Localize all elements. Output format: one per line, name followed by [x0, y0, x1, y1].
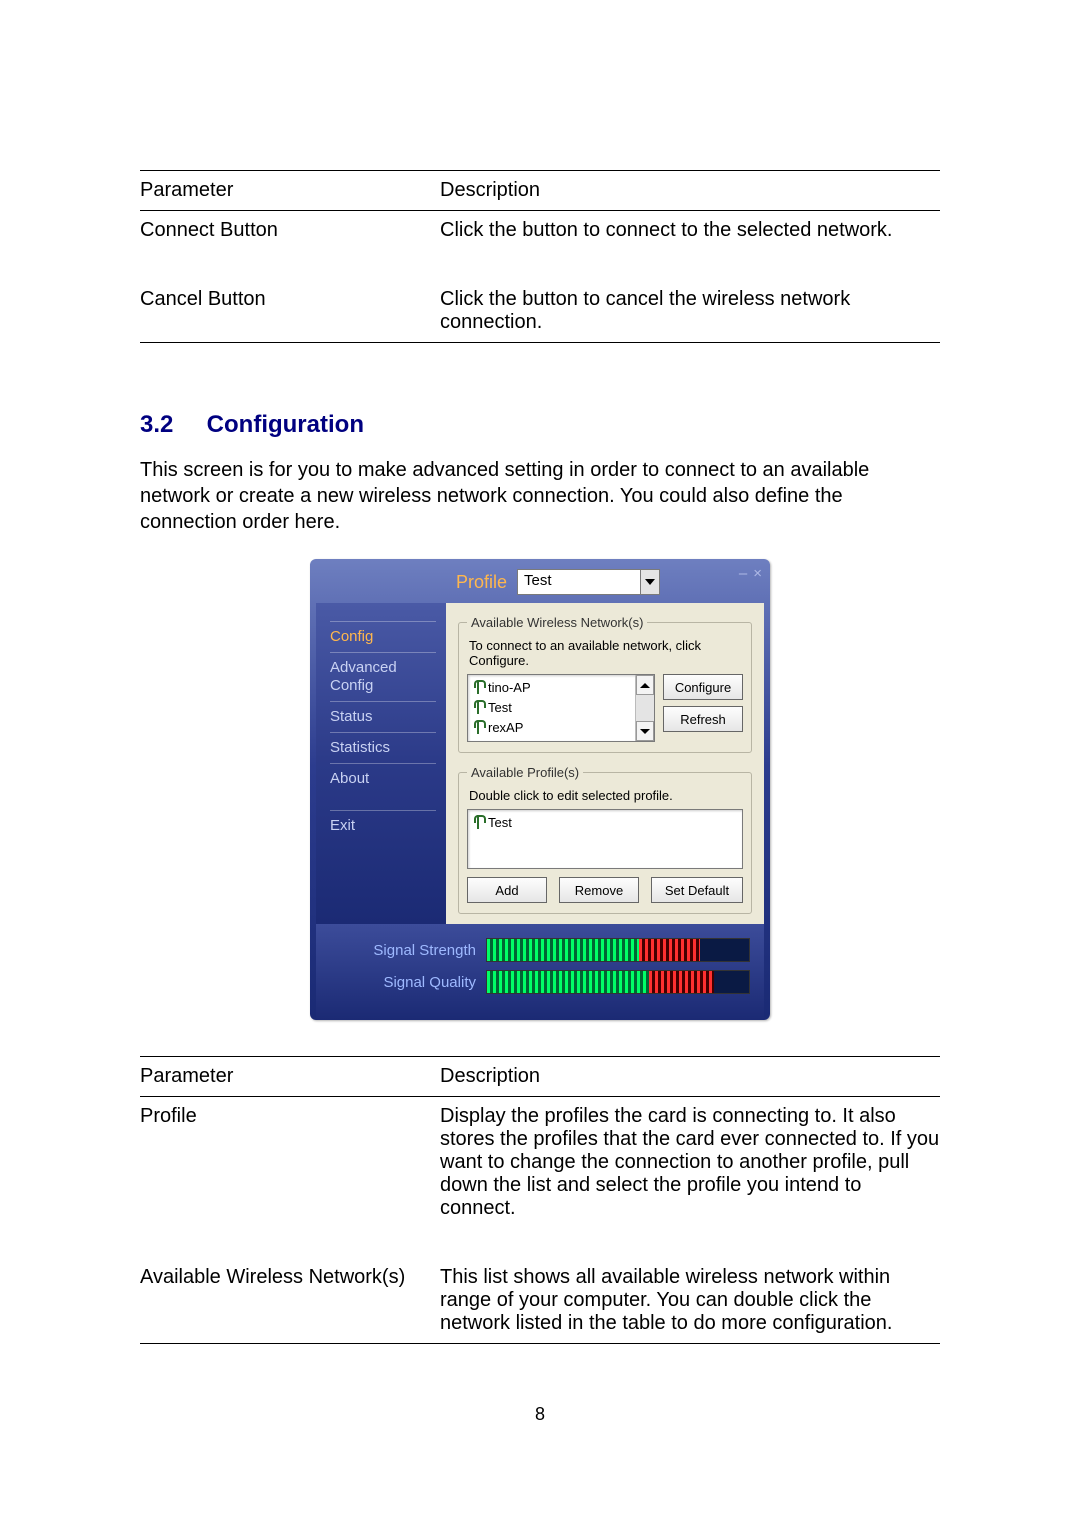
configure-button[interactable]: Configure — [663, 674, 743, 700]
available-networks-group: Available Wireless Network(s) To connect… — [458, 615, 752, 753]
table2-row1-param: Available Wireless Network(s) — [140, 1258, 440, 1344]
networks-hint: To connect to an available network, clic… — [467, 636, 743, 674]
table1-row0-desc: Click the button to connect to the selec… — [440, 211, 940, 251]
sidebar: Config Advanced Config Status Statistics… — [316, 603, 446, 924]
signal-area: Signal Strength Signal Quality — [316, 924, 764, 1020]
signal-strength-label: Signal Strength — [330, 942, 476, 959]
sidebar-item-advanced-config[interactable]: Advanced Config — [330, 652, 436, 701]
sidebar-item-about[interactable]: About — [330, 763, 436, 794]
profiles-hint: Double click to edit selected profile. — [467, 786, 743, 809]
profiles-legend: Available Profile(s) — [467, 765, 583, 780]
list-item: tino-AP — [472, 677, 631, 697]
list-item: Test — [472, 812, 738, 832]
table2-head-param: Parameter — [140, 1057, 440, 1097]
signal-quality-bar — [486, 970, 750, 994]
scrollbar[interactable] — [635, 675, 654, 741]
section-intro: This screen is for you to make advanced … — [140, 457, 940, 535]
add-button[interactable]: Add — [467, 877, 547, 903]
param-table-1: Parameter Description Connect Button Cli… — [140, 170, 940, 343]
sidebar-item-statistics[interactable]: Statistics — [330, 732, 436, 763]
profile-dropdown[interactable]: Test — [517, 569, 660, 595]
signal-quality-label: Signal Quality — [330, 974, 476, 991]
set-default-button[interactable]: Set Default — [651, 877, 743, 903]
table1-head-desc: Description — [440, 171, 940, 211]
sidebar-item-config[interactable]: Config — [330, 621, 436, 652]
table1-row1-desc: Click the button to cancel the wireless … — [440, 280, 940, 343]
table1-row1-param: Cancel Button — [140, 280, 440, 343]
table2-head-desc: Description — [440, 1057, 940, 1097]
chevron-down-icon[interactable] — [640, 570, 659, 594]
section-heading: 3.2 Configuration — [140, 411, 940, 439]
sidebar-item-status[interactable]: Status — [330, 701, 436, 732]
networks-listbox[interactable]: tino-AP Test rexAP — [467, 674, 655, 742]
page-number: 8 — [140, 1404, 940, 1425]
table1-head-param: Parameter — [140, 171, 440, 211]
table2-row1-desc: This list shows all available wireless n… — [440, 1258, 940, 1344]
antenna-icon — [472, 700, 484, 714]
table1-row0-param: Connect Button — [140, 211, 440, 251]
signal-strength-bar — [486, 938, 750, 962]
section-number: 3.2 — [140, 411, 200, 439]
table2-row0-desc: Display the profiles the card is connect… — [440, 1097, 940, 1229]
content-area: Available Wireless Network(s) To connect… — [446, 603, 764, 924]
networks-legend: Available Wireless Network(s) — [467, 615, 647, 630]
antenna-icon — [472, 720, 484, 734]
antenna-icon — [472, 815, 484, 829]
profile-label: Profile — [456, 572, 507, 593]
minimize-icon[interactable]: – — [739, 565, 747, 582]
section-title: Configuration — [207, 411, 364, 438]
profile-value: Test — [518, 570, 640, 594]
sidebar-item-exit[interactable]: Exit — [330, 810, 436, 841]
antenna-icon — [472, 680, 484, 694]
available-profiles-group: Available Profile(s) Double click to edi… — [458, 765, 752, 914]
scroll-down-icon[interactable] — [636, 721, 654, 741]
param-table-2: Parameter Description Profile Display th… — [140, 1056, 940, 1344]
remove-button[interactable]: Remove — [559, 877, 639, 903]
list-item: rexAP — [472, 717, 631, 737]
refresh-button[interactable]: Refresh — [663, 706, 743, 732]
table2-row0-param: Profile — [140, 1097, 440, 1229]
close-icon[interactable]: × — [753, 565, 762, 582]
list-item: Test — [472, 697, 631, 717]
config-dialog: – × Profile Test Config Advanced Config … — [310, 559, 770, 1020]
profiles-listbox[interactable]: Test — [467, 809, 743, 869]
scroll-up-icon[interactable] — [636, 675, 654, 695]
